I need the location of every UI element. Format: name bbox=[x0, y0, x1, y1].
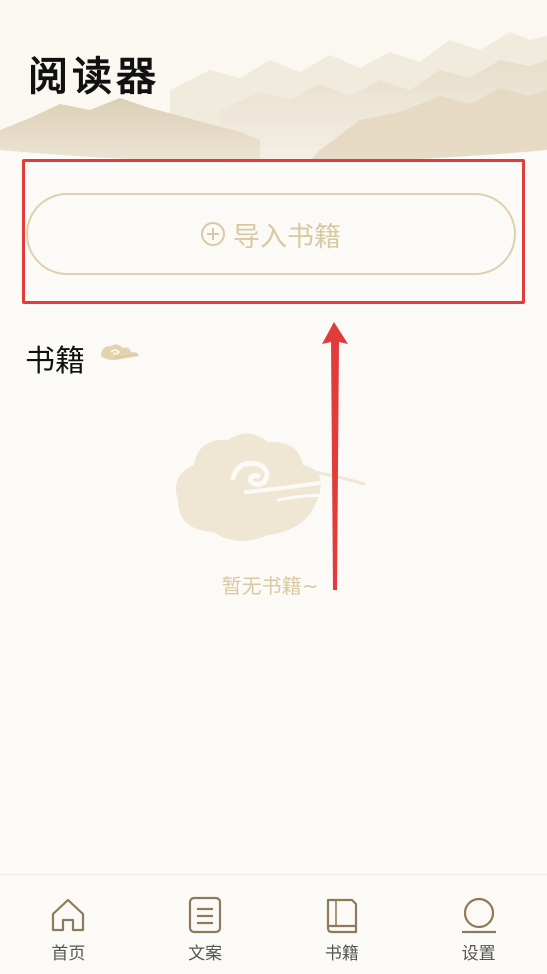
bottom-navigation: 首页 文案 书籍 设置 bbox=[0, 874, 547, 974]
header: 阅读器 bbox=[0, 0, 547, 170]
nav-label-home: 首页 bbox=[51, 944, 86, 964]
books-section-title: 书籍 bbox=[25, 344, 85, 379]
nav-item-books[interactable]: 书籍 bbox=[274, 875, 411, 974]
app-title: 阅读器 bbox=[28, 53, 160, 100]
import-books-button[interactable]: 导入书籍 bbox=[26, 193, 516, 275]
nav-label-books: 书籍 bbox=[324, 944, 359, 964]
empty-state-text: 暂无书籍~ bbox=[221, 574, 319, 598]
document-icon bbox=[185, 895, 225, 935]
home-icon bbox=[48, 895, 88, 935]
nav-item-home[interactable]: 首页 bbox=[0, 875, 137, 974]
cloud-decoration-icon bbox=[101, 344, 139, 360]
reader-app: 阅读器 导入书籍 书籍 暂无书籍~ 首页 文案 书籍 设置 bbox=[0, 0, 547, 974]
red-arrow-annotation bbox=[322, 322, 348, 590]
nav-label-settings: 设置 bbox=[461, 944, 496, 964]
add-circle-icon bbox=[201, 222, 225, 246]
nav-item-copywriting[interactable]: 文案 bbox=[137, 875, 274, 974]
nav-label-copywriting: 文案 bbox=[188, 944, 223, 964]
nav-item-settings[interactable]: 设置 bbox=[410, 875, 547, 974]
book-icon bbox=[322, 895, 362, 935]
import-button-label: 导入书籍 bbox=[233, 221, 341, 253]
settings-icon bbox=[459, 895, 499, 935]
